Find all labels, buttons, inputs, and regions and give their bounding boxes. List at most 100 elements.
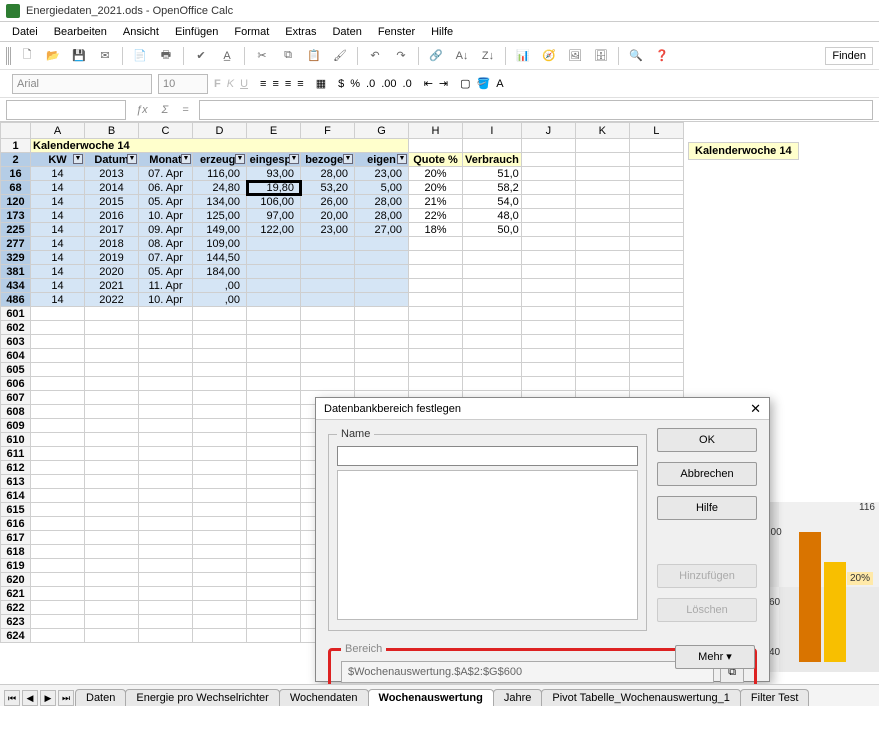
- data-cell[interactable]: 122,00: [247, 223, 301, 237]
- sheet-tab[interactable]: Wochenauswertung: [368, 689, 494, 706]
- more-button[interactable]: Mehr ▾: [675, 645, 755, 669]
- cell[interactable]: [629, 377, 683, 391]
- cell[interactable]: [521, 307, 575, 321]
- cell[interactable]: [193, 377, 247, 391]
- cell[interactable]: [31, 629, 85, 643]
- verbrauch-cell[interactable]: [463, 265, 522, 279]
- menu-einfuegen[interactable]: Einfügen: [169, 24, 224, 40]
- column-header-H[interactable]: H: [409, 123, 463, 139]
- email-icon[interactable]: ✉: [94, 45, 116, 67]
- cell[interactable]: [301, 321, 355, 335]
- cell[interactable]: [355, 377, 409, 391]
- cell[interactable]: [85, 349, 139, 363]
- data-cell[interactable]: 14: [31, 209, 85, 223]
- cell[interactable]: [629, 321, 683, 335]
- data-cell[interactable]: [301, 293, 355, 307]
- cell[interactable]: [247, 419, 301, 433]
- data-cell[interactable]: 144,50: [193, 251, 247, 265]
- menu-bearbeiten[interactable]: Bearbeiten: [48, 24, 113, 40]
- find-label[interactable]: Finden: [825, 47, 873, 65]
- cell[interactable]: [247, 531, 301, 545]
- cell[interactable]: [247, 335, 301, 349]
- font-name-select[interactable]: [12, 74, 152, 94]
- cell[interactable]: [85, 545, 139, 559]
- cell[interactable]: [629, 195, 683, 209]
- row-header[interactable]: 618: [1, 545, 31, 559]
- filter-dropdown-icon[interactable]: ▼: [181, 154, 191, 164]
- cell[interactable]: [85, 475, 139, 489]
- cell[interactable]: [247, 587, 301, 601]
- cell[interactable]: [521, 181, 575, 195]
- column-header-K[interactable]: K: [575, 123, 629, 139]
- row-header[interactable]: 608: [1, 405, 31, 419]
- align-center-icon[interactable]: ≡: [272, 78, 278, 90]
- cell[interactable]: [409, 363, 463, 377]
- quote-cell[interactable]: 18%: [409, 223, 463, 237]
- row-header[interactable]: 613: [1, 475, 31, 489]
- column-header-B[interactable]: B: [85, 123, 139, 139]
- cell[interactable]: [521, 251, 575, 265]
- cell[interactable]: [85, 335, 139, 349]
- cell[interactable]: [521, 377, 575, 391]
- sort-desc-icon[interactable]: Z↓: [477, 45, 499, 67]
- quote-cell[interactable]: 22%: [409, 209, 463, 223]
- data-cell[interactable]: 14: [31, 279, 85, 293]
- cell[interactable]: [31, 587, 85, 601]
- cell[interactable]: [629, 181, 683, 195]
- cell[interactable]: [463, 377, 522, 391]
- row-header[interactable]: 619: [1, 559, 31, 573]
- align-justify-icon[interactable]: ≡: [297, 78, 303, 90]
- row-header[interactable]: 277: [1, 237, 31, 251]
- merge-cells-icon[interactable]: ▦: [316, 77, 326, 90]
- cell[interactable]: [629, 265, 683, 279]
- cell[interactable]: [139, 475, 193, 489]
- currency-icon[interactable]: $: [338, 78, 344, 90]
- cell[interactable]: [247, 559, 301, 573]
- cell[interactable]: [575, 335, 629, 349]
- data-cell[interactable]: 10. Apr: [139, 209, 193, 223]
- row-header[interactable]: 1: [1, 139, 31, 153]
- cell[interactable]: [247, 517, 301, 531]
- data-cell[interactable]: [355, 251, 409, 265]
- data-cell[interactable]: [247, 279, 301, 293]
- cell[interactable]: [463, 363, 522, 377]
- cell[interactable]: [521, 139, 575, 153]
- cell[interactable]: [575, 377, 629, 391]
- data-cell[interactable]: 20,00: [301, 209, 355, 223]
- cell[interactable]: [31, 503, 85, 517]
- quote-cell[interactable]: [409, 279, 463, 293]
- cell[interactable]: [31, 307, 85, 321]
- data-cell[interactable]: 2017: [85, 223, 139, 237]
- chart-icon[interactable]: 📊: [512, 45, 534, 67]
- underline-icon[interactable]: U: [240, 78, 248, 90]
- cell[interactable]: [85, 489, 139, 503]
- row-header[interactable]: 605: [1, 363, 31, 377]
- hyperlink-icon[interactable]: 🔗: [425, 45, 447, 67]
- paste-icon[interactable]: 📋: [303, 45, 325, 67]
- bg-color-icon[interactable]: 🪣: [477, 77, 491, 90]
- equals-icon[interactable]: =: [178, 104, 192, 116]
- verbrauch-cell[interactable]: 54,0: [463, 195, 522, 209]
- cell[interactable]: [193, 335, 247, 349]
- verbrauch-cell[interactable]: 51,0: [463, 167, 522, 181]
- cell[interactable]: [575, 167, 629, 181]
- menu-extras[interactable]: Extras: [279, 24, 322, 40]
- row-header[interactable]: 68: [1, 181, 31, 195]
- data-cell[interactable]: 5,00: [355, 181, 409, 195]
- data-cell[interactable]: [301, 237, 355, 251]
- cell[interactable]: [85, 601, 139, 615]
- cell[interactable]: [409, 321, 463, 335]
- cell[interactable]: [247, 461, 301, 475]
- remove-decimal-icon[interactable]: .0: [403, 78, 412, 90]
- font-size-select[interactable]: [158, 74, 208, 94]
- cell[interactable]: [139, 573, 193, 587]
- data-cell[interactable]: 2020: [85, 265, 139, 279]
- filter-header[interactable]: Datum▼: [85, 153, 139, 167]
- data-cell[interactable]: 2021: [85, 279, 139, 293]
- row-header[interactable]: 623: [1, 615, 31, 629]
- cell[interactable]: [463, 335, 522, 349]
- cell[interactable]: [85, 321, 139, 335]
- sheet-tab[interactable]: Energie pro Wechselrichter: [125, 689, 279, 706]
- data-cell[interactable]: [247, 237, 301, 251]
- data-cell[interactable]: [301, 265, 355, 279]
